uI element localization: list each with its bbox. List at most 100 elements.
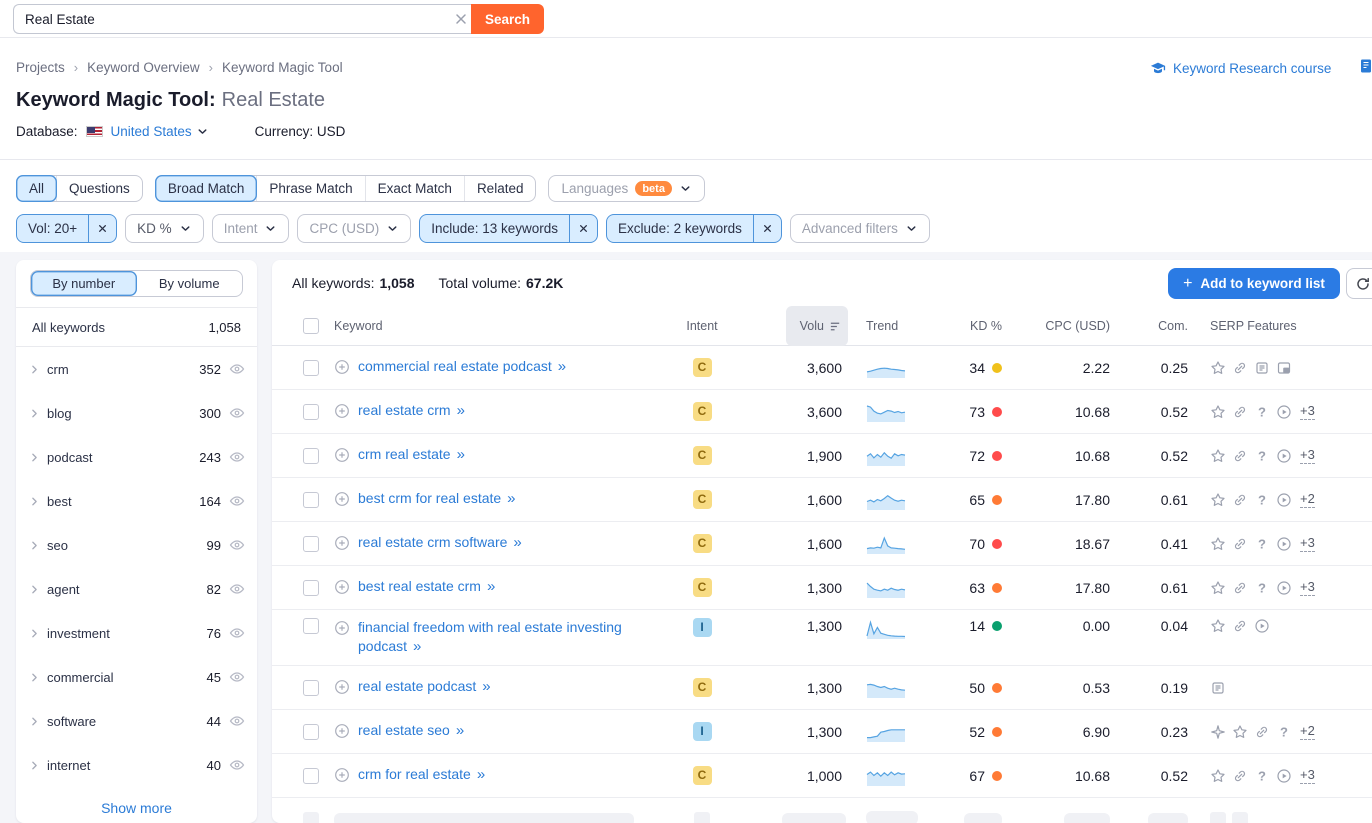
keyword-link[interactable]: best crm for real estate»: [358, 489, 516, 509]
row-checkbox[interactable]: [303, 536, 319, 552]
breadcrumb-item-keyword-magic-tool[interactable]: Keyword Magic Tool: [222, 60, 343, 75]
group-count: 44: [207, 714, 221, 729]
keyword-link[interactable]: real estate podcast»: [358, 677, 491, 697]
keyword-link[interactable]: commercial real estate podcast»: [358, 357, 566, 377]
refresh-button[interactable]: [1346, 268, 1372, 299]
column-serp-features[interactable]: SERP Features: [1188, 319, 1372, 333]
sidebar-group-podcast[interactable]: podcast243: [16, 435, 257, 479]
remove-filter-icon[interactable]: [753, 215, 781, 242]
row-checkbox[interactable]: [303, 448, 319, 464]
remove-filter-icon[interactable]: [88, 215, 116, 242]
column-com[interactable]: Com.: [1110, 319, 1188, 333]
open-keyword-icon[interactable]: »: [487, 578, 495, 595]
open-keyword-icon[interactable]: »: [456, 722, 464, 739]
tab-phrase-match[interactable]: Phrase Match: [256, 176, 364, 201]
close-icon: [577, 222, 590, 235]
filter-chip-exclude-2-keywords[interactable]: Exclude: 2 keywords: [606, 214, 782, 243]
row-checkbox[interactable]: [303, 724, 319, 740]
open-keyword-icon[interactable]: »: [457, 402, 465, 419]
filter-chip-advanced-filters[interactable]: Advanced filters: [790, 214, 930, 243]
row-checkbox[interactable]: [303, 680, 319, 696]
languages-dropdown[interactable]: Languagesbeta: [548, 175, 704, 202]
all-keywords-row[interactable]: All keywords 1,058: [16, 307, 257, 347]
clear-search-icon[interactable]: [453, 11, 469, 27]
keyword-link[interactable]: financial freedom with real estate inves…: [358, 618, 648, 657]
keyword-link[interactable]: real estate seo»: [358, 721, 464, 741]
keyword-link[interactable]: crm real estate»: [358, 445, 465, 465]
search-button[interactable]: Search: [471, 4, 544, 34]
tab-all[interactable]: All: [16, 175, 57, 202]
sidebar-group-investment[interactable]: investment76: [16, 611, 257, 655]
filter-chip-intent[interactable]: Intent: [212, 214, 290, 243]
open-keyword-icon[interactable]: »: [457, 446, 465, 463]
column-trend[interactable]: Trend: [846, 319, 938, 333]
keyword-link[interactable]: best real estate crm»: [358, 577, 495, 597]
toggle-by-volume[interactable]: By volume: [137, 271, 243, 296]
breadcrumb-item-keyword-overview[interactable]: Keyword Overview: [87, 60, 200, 75]
manual-doc-icon[interactable]: [1358, 58, 1372, 74]
open-keyword-icon[interactable]: »: [413, 638, 421, 655]
open-keyword-icon[interactable]: »: [477, 766, 485, 783]
trend-sparkline: [846, 401, 938, 423]
database-selector[interactable]: United States: [111, 124, 209, 139]
tab-broad-match[interactable]: Broad Match: [155, 175, 258, 202]
keyword-link[interactable]: crm for real estate»: [358, 765, 485, 785]
sidebar-group-seo[interactable]: seo99: [16, 523, 257, 567]
sidebar-group-software[interactable]: software44: [16, 699, 257, 743]
keyword-link[interactable]: real estate crm»: [358, 401, 465, 421]
tab-exact-match[interactable]: Exact Match: [365, 176, 464, 201]
tab-related[interactable]: Related: [464, 176, 536, 201]
remove-filter-icon[interactable]: [569, 215, 597, 242]
toggle-by-number[interactable]: By number: [31, 271, 137, 296]
open-keyword-icon[interactable]: »: [507, 490, 515, 507]
column-keyword[interactable]: Keyword: [334, 319, 674, 333]
row-checkbox[interactable]: [303, 492, 319, 508]
breadcrumb-item-projects[interactable]: Projects: [16, 60, 65, 75]
add-to-keyword-list-button[interactable]: + Add to keyword list: [1168, 268, 1340, 299]
play-icon: [1276, 768, 1292, 784]
sidebar-group-commercial[interactable]: commercial45: [16, 655, 257, 699]
column-cpc[interactable]: CPC (USD): [1002, 319, 1110, 333]
keyword-link[interactable]: real estate crm software»: [358, 533, 522, 553]
volume-value: 3,600: [730, 404, 846, 420]
trend-sparkline: [846, 765, 938, 787]
serp-more-link[interactable]: +3: [1300, 767, 1315, 784]
search-input[interactable]: [13, 4, 471, 34]
filter-chip-vol-20-[interactable]: Vol: 20+: [16, 214, 117, 243]
filter-chip-include-13-keywords[interactable]: Include: 13 keywords: [419, 214, 598, 243]
add-button-label: Add to keyword list: [1200, 276, 1325, 291]
filter-chip-cpc-usd-[interactable]: CPC (USD): [297, 214, 411, 243]
open-keyword-icon[interactable]: »: [513, 534, 521, 551]
svg-text:?: ?: [1258, 580, 1266, 595]
serp-more-link[interactable]: +3: [1300, 535, 1315, 552]
serp-more-link[interactable]: +3: [1300, 447, 1315, 464]
open-keyword-icon[interactable]: »: [558, 358, 566, 375]
row-checkbox[interactable]: [303, 618, 319, 634]
play-icon: [1254, 618, 1270, 634]
sidebar-group-best[interactable]: best164: [16, 479, 257, 523]
serp-more-link[interactable]: +3: [1300, 403, 1315, 420]
select-all-checkbox[interactable]: [303, 318, 319, 334]
row-checkbox[interactable]: [303, 768, 319, 784]
column-kd[interactable]: KD %: [938, 319, 1002, 333]
tab-questions[interactable]: Questions: [56, 176, 142, 201]
link-icon: [1232, 618, 1248, 634]
row-checkbox[interactable]: [303, 404, 319, 420]
keyword-research-course-link[interactable]: Keyword Research course: [1150, 60, 1331, 76]
row-checkbox[interactable]: [303, 360, 319, 376]
eye-icon: [229, 581, 245, 597]
sidebar-group-crm[interactable]: crm352: [16, 347, 257, 391]
show-more-link[interactable]: Show more: [16, 793, 257, 823]
open-keyword-icon[interactable]: »: [482, 678, 490, 695]
column-intent[interactable]: Intent: [674, 319, 730, 333]
filter-chip-kd-[interactable]: KD %: [125, 214, 204, 243]
sidebar-group-blog[interactable]: blog300: [16, 391, 257, 435]
column-volume[interactable]: Volu: [730, 306, 846, 346]
serp-more-link[interactable]: +2: [1300, 491, 1315, 508]
serp-more-link[interactable]: +3: [1300, 579, 1315, 596]
row-checkbox[interactable]: [303, 580, 319, 596]
sidebar-group-internet[interactable]: internet40: [16, 743, 257, 787]
sidebar-group-agent[interactable]: agent82: [16, 567, 257, 611]
serp-more-link[interactable]: +2: [1300, 723, 1315, 740]
filter-chip-label: KD %: [126, 215, 203, 242]
